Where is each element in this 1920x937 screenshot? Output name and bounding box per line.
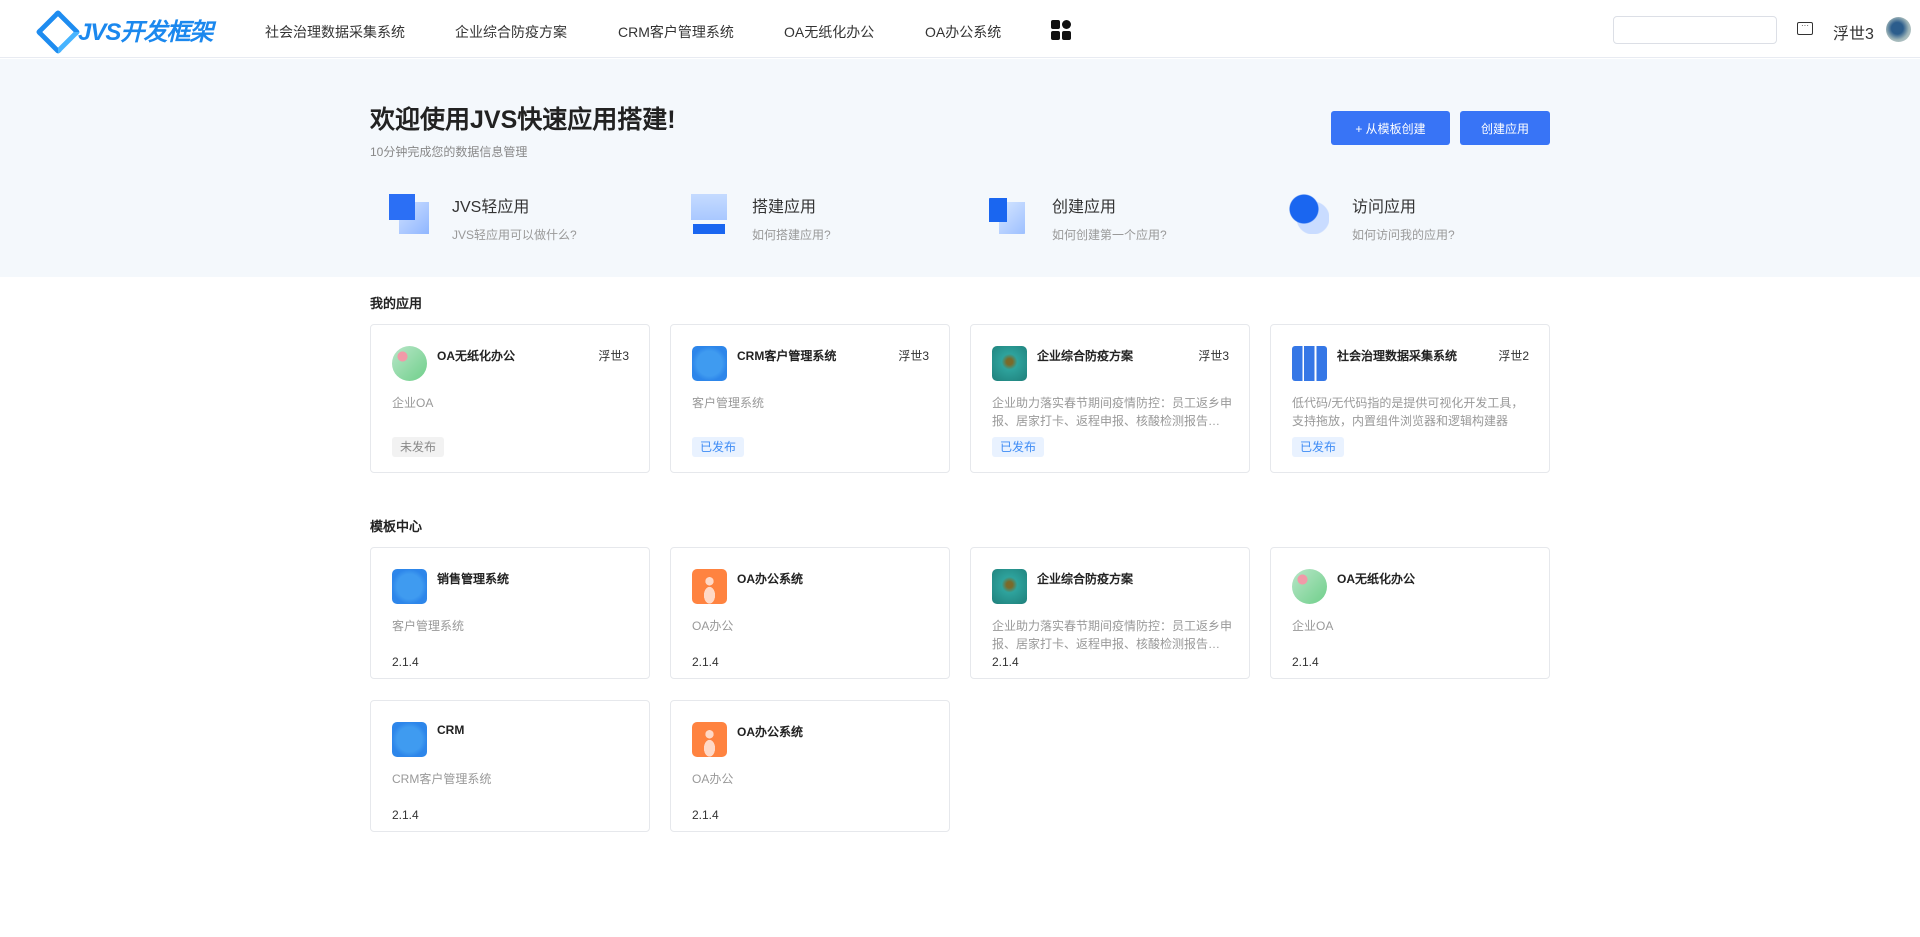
app-author: 浮世3	[898, 349, 929, 363]
app-author: 浮世2	[1498, 349, 1529, 363]
template-name: 销售管理系统	[437, 572, 510, 586]
app-icon	[992, 346, 1027, 381]
app-desc: 低代码/无代码指的是提供可视化开发工具，支持拖放，内置组件浏览器和逻辑构建器	[1292, 396, 1524, 428]
avatar[interactable]	[1886, 17, 1911, 42]
quick-link-title: 创建应用	[1052, 199, 1117, 216]
chat-bubble-icon	[1289, 194, 1329, 234]
template-card[interactable]: 企业综合防疫方案 企业助力落实春节期间疫情防控：员工返乡申报、居家打卡、返程申报…	[970, 547, 1250, 679]
apps-grid-icon[interactable]	[1051, 20, 1071, 40]
top-header: JVS开发框架 社会治理数据采集系统 企业综合防疫方案 CRM客户管理系统 OA…	[0, 0, 1920, 58]
quick-link-jvs[interactable]: JVS轻应用 JVS轻应用可以做什么?	[389, 190, 669, 242]
status-badge: 已发布	[1292, 437, 1345, 457]
app-desc: 客户管理系统	[692, 396, 765, 410]
app-name: OA无纸化办公	[437, 349, 516, 363]
quick-link-desc: 如何搭建应用?	[752, 228, 831, 242]
template-card[interactable]: OA办公系统 OA办公 2.1.4	[670, 547, 950, 679]
template-name: OA办公系统	[737, 725, 804, 739]
app-author: 浮世3	[598, 349, 629, 363]
app-desc: 企业OA	[392, 396, 434, 410]
quick-link-build[interactable]: 搭建应用 如何搭建应用?	[689, 190, 969, 242]
app-author: 浮世3	[1198, 349, 1229, 363]
template-name: 企业综合防疫方案	[1037, 572, 1134, 586]
logo[interactable]: JVS开发框架	[38, 12, 213, 47]
app-card[interactable]: 社会治理数据采集系统 浮世2 低代码/无代码指的是提供可视化开发工具，支持拖放，…	[1270, 324, 1550, 473]
app-name: 企业综合防疫方案	[1037, 349, 1134, 363]
quick-link-title: 访问应用	[1352, 199, 1417, 216]
app-card[interactable]: CRM客户管理系统 浮世3 客户管理系统 已发布	[670, 324, 950, 473]
status-badge: 未发布	[392, 437, 445, 457]
template-version: 2.1.4	[692, 808, 719, 822]
quick-link-title: JVS轻应用	[452, 199, 530, 216]
code-window-icon	[389, 194, 429, 234]
nav-item-oa-paperless[interactable]: OA无纸化办公	[784, 22, 874, 42]
template-desc: OA办公	[692, 619, 734, 633]
app-card[interactable]: 企业综合防疫方案 浮世3 企业助力落实春节期间疫情防控：员工返乡申报、居家打卡、…	[970, 324, 1250, 473]
template-card[interactable]: OA无纸化办公 企业OA 2.1.4	[1270, 547, 1550, 679]
template-card[interactable]: 销售管理系统 客户管理系统 2.1.4	[370, 547, 650, 679]
create-from-template-button[interactable]: + 从模板创建	[1331, 111, 1450, 145]
user-name[interactable]: 浮世3	[1833, 20, 1874, 44]
hero-banner	[0, 59, 1920, 277]
quick-link-desc: 如何访问我的应用?	[1352, 228, 1455, 242]
template-version: 2.1.4	[392, 808, 419, 822]
template-name: CRM	[437, 723, 465, 737]
template-desc: 客户管理系统	[392, 619, 465, 633]
template-desc: 企业助力落实春节期间疫情防控：员工返乡申报、居家打卡、返程申报、核酸检测报告上传…	[992, 619, 1232, 651]
create-app-button[interactable]: 创建应用	[1460, 111, 1550, 145]
logo-text: JVS开发框架	[78, 19, 213, 46]
app-icon	[1292, 346, 1327, 381]
nav-item-oa-office[interactable]: OA办公系统	[925, 22, 1001, 42]
nav-item-epidemic[interactable]: 企业综合防疫方案	[455, 22, 567, 42]
my-apps-title: 我的应用	[370, 296, 423, 311]
template-icon	[992, 569, 1027, 604]
page-title: 欢迎使用JVS快速应用搭建!	[370, 106, 676, 134]
logo-mark-icon	[38, 14, 72, 46]
quick-link-desc: 如何创建第一个应用?	[1052, 228, 1167, 242]
monitor-icon	[689, 194, 729, 234]
template-desc: 企业OA	[1292, 619, 1334, 633]
template-card[interactable]: OA办公系统 OA办公 2.1.4	[670, 700, 950, 832]
template-version: 2.1.4	[992, 655, 1019, 669]
template-desc: CRM客户管理系统	[392, 772, 492, 786]
quick-link-create[interactable]: 创建应用 如何创建第一个应用?	[989, 190, 1269, 242]
quick-link-title: 搭建应用	[752, 199, 817, 216]
nav-item-social[interactable]: 社会治理数据采集系统	[265, 22, 405, 42]
nav-item-crm[interactable]: CRM客户管理系统	[618, 22, 734, 42]
template-card[interactable]: CRM CRM客户管理系统 2.1.4	[370, 700, 650, 832]
template-icon	[692, 722, 727, 757]
app-card[interactable]: OA无纸化办公 浮世3 企业OA 未发布	[370, 324, 650, 473]
template-version: 2.1.4	[392, 655, 419, 669]
template-icon	[1292, 569, 1327, 604]
quick-link-desc: JVS轻应用可以做什么?	[452, 228, 577, 242]
app-desc: 企业助力落实春节期间疫情防控：员工返乡申报、居家打卡、返程申报、核酸检测报告上传…	[992, 396, 1232, 428]
template-icon	[392, 722, 427, 757]
template-version: 2.1.4	[692, 655, 719, 669]
template-icon	[392, 569, 427, 604]
search-input[interactable]	[1613, 16, 1777, 44]
page-subtitle: 10分钟完成您的数据信息管理	[370, 145, 528, 159]
status-badge: 已发布	[692, 437, 745, 457]
template-name: OA无纸化办公	[1337, 572, 1416, 586]
app-icon	[692, 346, 727, 381]
app-name: 社会治理数据采集系统	[1337, 349, 1458, 363]
template-name: OA办公系统	[737, 572, 804, 586]
hexagon-link-icon	[989, 194, 1029, 234]
message-icon[interactable]: ···	[1797, 22, 1813, 35]
template-desc: OA办公	[692, 772, 734, 786]
template-version: 2.1.4	[1292, 655, 1319, 669]
quick-link-visit[interactable]: 访问应用 如何访问我的应用?	[1289, 190, 1569, 242]
templates-title: 模板中心	[370, 519, 423, 534]
app-name: CRM客户管理系统	[737, 349, 837, 363]
app-icon	[392, 346, 427, 381]
template-icon	[692, 569, 727, 604]
status-badge: 已发布	[992, 437, 1045, 457]
